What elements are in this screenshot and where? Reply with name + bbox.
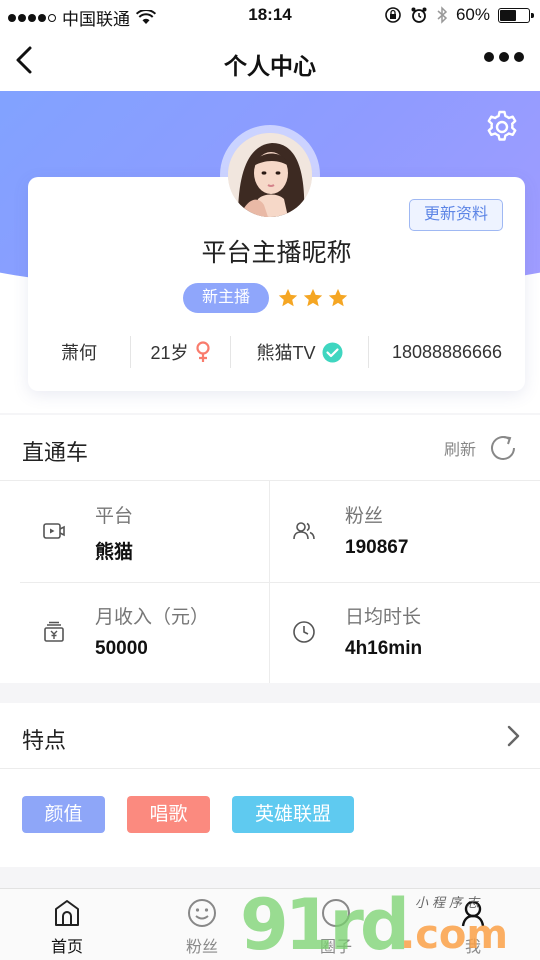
express-title: 直通车 — [22, 440, 89, 465]
stat-value: 190867 — [345, 537, 409, 558]
avatar[interactable] — [228, 133, 312, 217]
feature-tag: 唱歌 — [127, 796, 210, 833]
stats-grid: 平台 熊猫 粉丝 190867 月收入（元） 50000 日均时长 4h16mi… — [0, 481, 540, 683]
real-name-cell: 萧何 — [28, 336, 130, 368]
stat-value: 50000 — [95, 638, 148, 659]
settings-gear-icon[interactable] — [484, 109, 520, 145]
tab-fans[interactable]: 粉丝 — [157, 897, 247, 957]
feature-tag: 颜值 — [22, 796, 105, 833]
page-title: 个人中心 — [224, 53, 316, 79]
real-name: 萧何 — [61, 343, 97, 363]
stat-platform: 平台 熊猫 — [20, 481, 270, 582]
update-profile-button[interactable]: 更新资料 — [409, 199, 503, 231]
level-badge: 新主播 — [183, 283, 269, 313]
tab-label: 圈子 — [319, 939, 352, 956]
age-cell: 21岁 — [130, 336, 230, 368]
features-title: 特点 — [22, 728, 67, 753]
home-icon — [55, 900, 79, 926]
phone-cell: 18088886666 — [368, 336, 525, 368]
circle-icon — [322, 899, 350, 927]
info-row: 萧何 21岁 熊猫TV 18088886666 — [28, 327, 525, 377]
stat-value: 4h16min — [345, 638, 423, 659]
status-bar: 中国联通 18:14 60% — [0, 0, 540, 30]
user-icon — [461, 900, 485, 927]
clock-icon — [293, 621, 315, 643]
express-section: 直通车 刷新 平台 熊猫 粉丝 190867 月收入（元） 50000 日均时长… — [0, 415, 540, 683]
stat-label: 日均时长 — [345, 607, 422, 628]
refresh-button[interactable]: 刷新 — [444, 433, 518, 463]
verified-check-icon — [322, 342, 342, 362]
express-header: 直通车 刷新 — [0, 415, 540, 481]
features-section: 特点 颜值 唱歌 英雄联盟 — [0, 703, 540, 867]
age: 21岁 — [150, 343, 189, 363]
stat-label: 粉丝 — [345, 506, 384, 527]
feature-tags: 颜值 唱歌 英雄联盟 — [0, 769, 540, 867]
users-icon — [293, 522, 315, 540]
refresh-icon — [491, 436, 515, 460]
stat-fans: 粉丝 190867 — [270, 481, 520, 582]
yen-wallet-icon — [44, 621, 64, 642]
battery-icon — [498, 7, 534, 23]
stat-monthly-income: 月收入（元） 50000 — [20, 582, 270, 683]
tab-me[interactable]: 我 — [428, 897, 518, 957]
avatar-ring — [220, 125, 320, 225]
female-icon — [195, 341, 210, 362]
tab-label: 首页 — [50, 939, 83, 956]
star-icon — [303, 288, 323, 307]
stat-label: 月收入（元） — [95, 607, 210, 628]
smile-icon — [188, 899, 216, 927]
more-options-icon[interactable] — [484, 52, 524, 62]
level-row: 新主播 — [183, 283, 349, 313]
nav-bar: 个人中心 — [0, 30, 540, 91]
stat-daily-duration: 日均时长 4h16min — [270, 582, 520, 683]
tab-home[interactable]: 首页 — [22, 897, 112, 957]
battery-fill — [500, 9, 517, 21]
battery-percent: 60% — [455, 5, 490, 24]
tab-circle[interactable]: 圈子 — [291, 897, 381, 957]
features-header[interactable]: 特点 — [0, 703, 540, 769]
phone: 18088886666 — [391, 341, 503, 362]
video-icon — [43, 523, 65, 539]
star-rating — [277, 287, 349, 309]
platform-cell: 熊猫TV — [230, 336, 368, 368]
star-icon — [278, 288, 298, 307]
bluetooth-icon — [437, 6, 448, 24]
tab-label: 粉丝 — [185, 939, 218, 956]
tab-label: 我 — [464, 939, 481, 956]
chevron-right-icon — [507, 725, 520, 747]
platform: 熊猫TV — [256, 343, 316, 363]
profile-header: 更新资料 平台主播昵称 新主播 萧何 21岁 熊猫TV 18088886666 — [0, 91, 540, 413]
stat-value: 熊猫 — [95, 542, 134, 563]
stat-label: 平台 — [95, 506, 134, 527]
refresh-label: 刷新 — [443, 442, 476, 459]
star-icon — [328, 288, 348, 307]
tab-bar: 首页 粉丝 圈子 我 — [0, 888, 540, 960]
feature-tag: 英雄联盟 — [232, 796, 354, 833]
alarm-icon — [411, 7, 427, 23]
rotation-lock-icon — [385, 7, 401, 23]
nickname: 平台主播昵称 — [201, 239, 352, 267]
